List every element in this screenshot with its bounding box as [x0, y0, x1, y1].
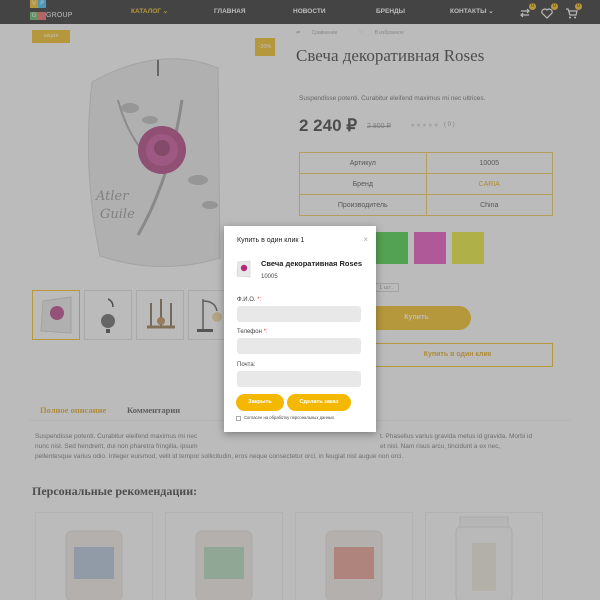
place-order-button[interactable]: Сделать заказ — [287, 394, 351, 411]
phone-label-text: Телефон — [237, 329, 262, 335]
name-label: Ф.И.О. *: — [237, 297, 261, 303]
close-icon[interactable]: × — [363, 235, 368, 245]
email-field[interactable] — [237, 371, 361, 387]
one-click-buy-modal: Купить в один клик 1 × Свеча декоративна… — [224, 226, 376, 432]
phone-field[interactable] — [237, 338, 361, 354]
modal-close-button[interactable]: Закрыть — [236, 394, 284, 411]
full-name-field[interactable] — [237, 306, 361, 322]
name-label-text: Ф.И.О. — [237, 297, 256, 303]
consent-label: Согласен на обработку персональных данны… — [244, 415, 335, 420]
modal-title: Купить в один клик 1 — [237, 237, 305, 244]
consent-checkbox[interactable] — [236, 416, 241, 421]
modal-product-thumbnail — [235, 259, 252, 279]
required-marker: *: — [257, 297, 262, 303]
required-marker: *: — [263, 329, 268, 335]
modal-product-name: Свеча декоративная Roses — [261, 259, 363, 268]
email-label: Почта: — [237, 362, 256, 368]
phone-label: Телефон *: — [237, 329, 268, 335]
modal-product-code: 10005 — [261, 274, 278, 280]
